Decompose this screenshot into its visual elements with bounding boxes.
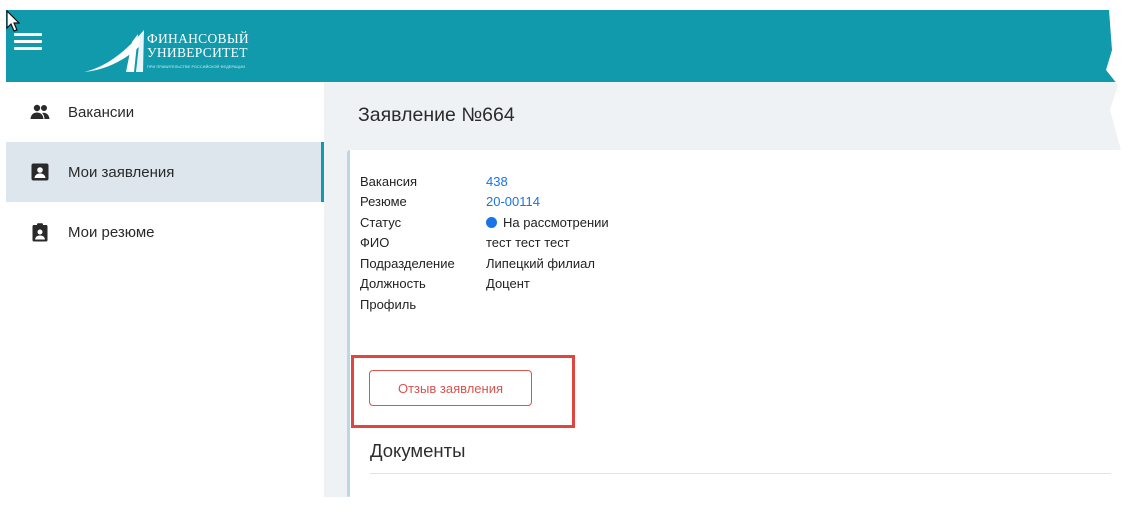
sidebar-item-my-resumes[interactable]: Мои резюме [6, 202, 324, 262]
clipboard-person-icon [30, 222, 50, 242]
logo-line2: УНИВЕРСИТЕТ [147, 45, 248, 60]
sidebar-item-label: Мои резюме [68, 223, 155, 241]
documents-divider [370, 473, 1129, 474]
detail-label: ФИО [360, 235, 390, 251]
sidebar-item-label: Вакансии [68, 103, 135, 121]
people-icon [30, 102, 50, 122]
detail-row-vacancy: Вакансия 438 [360, 171, 609, 192]
mouse-pointer-icon [6, 10, 20, 32]
contact-card-icon [30, 162, 50, 182]
sidebar-item-my-applications[interactable]: Мои заявления [6, 142, 324, 202]
application-card: Вакансия 438 Резюме 20-00114 Статус На р… [347, 150, 1129, 524]
detail-row-resume: Резюме 20-00114 [360, 192, 609, 213]
detail-label: Вакансия [360, 173, 418, 189]
detail-label: Подразделение [360, 255, 455, 271]
main-content: Заявление №664 Вакансия 438 Резюме 20-00… [324, 82, 1129, 524]
detail-row-profile: Профиль [360, 294, 609, 315]
status-text: На рассмотрении [503, 214, 609, 230]
vacancy-link[interactable]: 438 [486, 174, 508, 189]
app-window: ФИНАНСОВЫЙ УНИВЕРСИТЕТ ПРИ ПРАВИТЕЛЬСТВЕ… [6, 10, 1129, 524]
detail-row-fio: ФИО тест тест тест [360, 233, 609, 254]
status-dot-icon [486, 216, 497, 228]
top-app-bar: ФИНАНСОВЫЙ УНИВЕРСИТЕТ ПРИ ПРАВИТЕЛЬСТВЕ… [6, 10, 1129, 82]
detail-label: Должность [360, 276, 426, 292]
university-logo[interactable]: ФИНАНСОВЫЙ УНИВЕРСИТЕТ ПРИ ПРАВИТЕЛЬСТВЕ… [82, 22, 272, 74]
status-value: На рассмотрении [486, 215, 609, 230]
sidebar: Вакансии Мои заявления Мои резюме [6, 82, 324, 524]
application-details: Вакансия 438 Резюме 20-00114 Статус На р… [360, 171, 609, 315]
detail-row-position: Должность Доцент [360, 274, 609, 295]
detail-label: Резюме [360, 194, 407, 210]
logo-subtitle: ПРИ ПРАВИТЕЛЬСТВЕ РОССИЙСКОЙ ФЕДЕРАЦИИ [147, 65, 246, 69]
sidebar-item-label: Мои заявления [68, 163, 175, 181]
detail-value: Доцент [486, 276, 530, 292]
logo-line1: ФИНАНСОВЫЙ [147, 31, 249, 46]
detail-label: Статус [360, 214, 402, 230]
detail-value: Липецкий филиал [486, 255, 595, 271]
logo-emblem-icon [84, 30, 144, 72]
detail-value: тест тест тест [486, 235, 570, 251]
detail-row-department: Подразделение Липецкий филиал [360, 253, 609, 274]
documents-heading: Документы [370, 440, 466, 461]
sidebar-item-vacancies[interactable]: Вакансии [6, 82, 324, 142]
detail-label: Профиль [360, 296, 417, 312]
detail-row-status: Статус На рассмотрении [360, 212, 609, 233]
resume-link[interactable]: 20-00114 [486, 194, 540, 209]
page-title: Заявление №664 [358, 104, 515, 126]
withdraw-application-button[interactable]: Отзыв заявления [369, 370, 532, 406]
